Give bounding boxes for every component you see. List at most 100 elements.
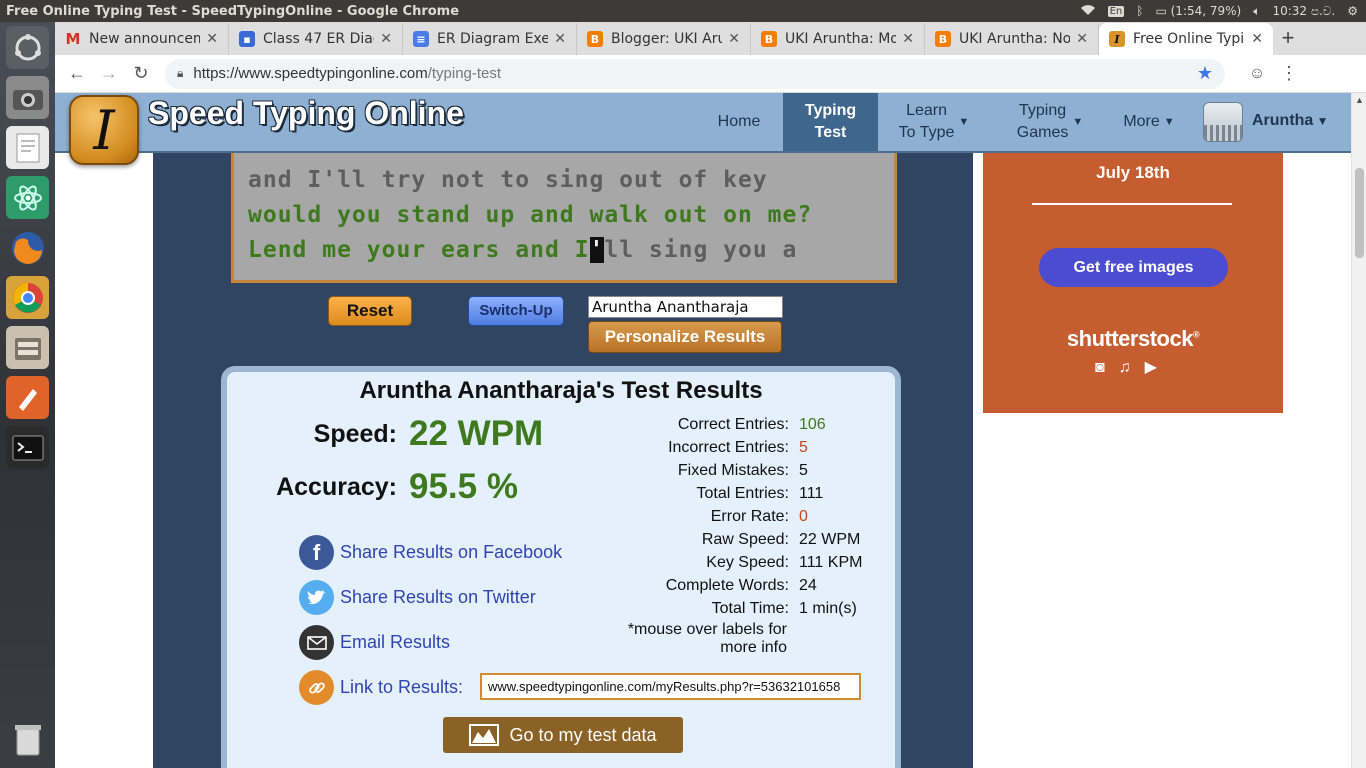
share-twitter-link[interactable]: Share Results on Twitter — [299, 580, 536, 615]
stat-label: Complete Words: — [665, 577, 789, 594]
close-icon[interactable]: ✕ — [1076, 31, 1088, 47]
atom-icon[interactable] — [6, 176, 49, 219]
nav-home[interactable]: Home — [705, 93, 773, 151]
stat-value: 0 — [799, 508, 808, 525]
tab-blogger-3[interactable]: B UKI Aruntha: No ✕ — [925, 23, 1099, 55]
note-line: *mouse over labels for — [627, 621, 787, 638]
text-editor-icon[interactable] — [6, 126, 49, 169]
reload-icon[interactable]: ↻ — [125, 63, 157, 84]
user-menu[interactable]: Aruntha ▼ — [1252, 112, 1329, 130]
name-input[interactable]: Aruntha Anantharaja — [588, 296, 783, 318]
speedtyping-icon: I — [1109, 31, 1125, 47]
tab-blogger-1[interactable]: B Blogger: UKI Aru ✕ — [577, 23, 751, 55]
nav-label: Learn To Type — [898, 102, 955, 141]
new-tab-button[interactable]: + — [1273, 23, 1303, 55]
system-top-bar: Free Online Typing Test - SpeedTypingOnl… — [0, 0, 1366, 22]
typing-test-area: and I'll try not to sing out of key woul… — [153, 153, 973, 768]
tab-gmail[interactable]: M New announcem ✕ — [55, 23, 229, 55]
battery-indicator[interactable]: ▭ (1:54, 79%) — [1155, 4, 1241, 18]
keyboard-layout-indicator[interactable]: En — [1107, 5, 1125, 17]
personalize-results-button[interactable]: Personalize Results — [588, 321, 782, 353]
site-logo-icon[interactable]: I — [69, 95, 139, 165]
close-icon[interactable]: ✕ — [554, 31, 566, 47]
ad-date: July 18th — [1096, 163, 1170, 182]
extension-emoji-icon[interactable]: ☺ — [1241, 65, 1273, 83]
link-to-results: Link to Results: — [299, 670, 463, 705]
close-icon[interactable]: ✕ — [380, 31, 392, 47]
blogger-icon: B — [587, 31, 603, 47]
clock[interactable]: 10:32 ප.ව. — [1272, 4, 1335, 19]
tab-blogger-2[interactable]: B UKI Aruntha: Mo ✕ — [751, 23, 925, 55]
results-link-field[interactable]: www.speedtypingonline.com/myResults.php?… — [480, 673, 861, 700]
forward-arrow-icon[interactable]: → — [93, 63, 125, 84]
nav-learn-to-type[interactable]: Learn To Type ▼ — [893, 93, 975, 151]
tab-docs[interactable]: ≡ ER Diagram Exe ✕ — [403, 23, 577, 55]
nav-typing-games[interactable]: Typing Games ▼ — [1010, 93, 1090, 151]
volume-icon[interactable]: 🔈︎ — [1253, 4, 1260, 19]
chart-area-icon — [469, 724, 500, 746]
caret-down-icon: ▼ — [1072, 116, 1084, 128]
tab-title: UKI Aruntha: No — [959, 31, 1071, 47]
nav-label: Typing Test — [804, 102, 857, 141]
settings-gear-icon[interactable]: ⚙ — [1347, 4, 1358, 18]
web-page: Speed Typing Online Home Typing Test Lear… — [55, 93, 1351, 768]
terminal-icon[interactable] — [6, 426, 49, 469]
go-to-test-data-label: Go to my test data — [509, 724, 657, 745]
switch-up-button[interactable]: Switch-Up — [468, 296, 564, 326]
classroom-icon: ▪ — [239, 31, 255, 47]
bluetooth-icon[interactable]: ᛒ — [1136, 4, 1143, 18]
trash-icon[interactable] — [6, 718, 49, 761]
close-icon[interactable]: ✕ — [1251, 31, 1263, 47]
go-to-test-data-button[interactable]: Go to my test data — [443, 717, 683, 753]
link-to-results-label: Link to Results: — [340, 677, 464, 697]
wifi-icon[interactable] — [1080, 4, 1096, 19]
get-free-images-button[interactable]: Get free images — [1039, 248, 1228, 287]
typed-text: Lend me your ears and I — [248, 237, 590, 263]
firefox-icon[interactable] — [6, 226, 49, 269]
tab-classroom[interactable]: ▪ Class 47 ER Diag ✕ — [229, 23, 403, 55]
nav-typing-test[interactable]: Typing Test — [783, 93, 878, 151]
page-scrollbar[interactable]: ▲ — [1351, 93, 1366, 768]
untyped-text: ll sing you a — [604, 237, 798, 263]
nav-label: Typing Games — [1016, 102, 1069, 141]
lock-icon: 🔒︎ — [177, 66, 184, 80]
menu-dots-icon[interactable]: ⋮ — [1273, 63, 1305, 84]
pen-tool-icon[interactable] — [6, 376, 49, 419]
back-arrow-icon[interactable]: ← — [61, 63, 93, 84]
typing-line-1: and I'll try not to sing out of key — [248, 167, 768, 193]
url-path: /typing-test — [427, 65, 502, 82]
avatar[interactable] — [1203, 102, 1243, 142]
share-twitter-label: Share Results on Twitter — [340, 587, 536, 607]
launcher — [0, 22, 55, 768]
chrome-icon[interactable] — [6, 276, 49, 319]
share-facebook-link[interactable]: f Share Results on Facebook — [299, 535, 562, 570]
ubuntu-dash-icon[interactable] — [6, 26, 49, 69]
close-icon[interactable]: ✕ — [206, 31, 218, 47]
blogger-icon: B — [761, 31, 777, 47]
email-results-link[interactable]: Email Results — [299, 625, 450, 660]
stat-value: 1 min(s) — [799, 600, 857, 617]
address-bar[interactable]: 🔒︎ https://www.speedtypingonline.com/typ… — [165, 58, 1225, 89]
shutterstock-ad[interactable]: July 18th Get free images shutterstock® … — [983, 153, 1283, 413]
reset-button[interactable]: Reset — [328, 296, 412, 326]
scroll-up-arrow-icon[interactable]: ▲ — [1355, 95, 1364, 105]
camera-icon[interactable] — [6, 76, 49, 119]
nav-more[interactable]: More ▼ — [1117, 93, 1181, 151]
stat-value: 106 — [799, 416, 826, 433]
scrollbar-thumb[interactable] — [1355, 168, 1364, 258]
site-name[interactable]: Speed Typing Online — [148, 95, 464, 132]
mouse-over-note: *mouse over labels for more info — [607, 621, 787, 657]
url-host: https://www.speedtypingonline.com — [193, 65, 428, 82]
files-icon[interactable] — [6, 326, 49, 369]
close-icon[interactable]: ✕ — [902, 31, 914, 47]
tab-title: New announcem — [89, 31, 201, 47]
typing-text-box[interactable]: and I'll try not to sing out of key woul… — [231, 153, 897, 283]
bookmark-star-icon[interactable]: ★ — [1197, 63, 1213, 84]
ad-divider — [1032, 203, 1232, 205]
tab-speedtyping[interactable]: I Free Online Typi ✕ — [1099, 23, 1273, 55]
close-icon[interactable]: ✕ — [728, 31, 740, 47]
nav-label: Home — [717, 113, 761, 130]
username: Aruntha — [1252, 112, 1314, 129]
tab-title: ER Diagram Exe — [437, 31, 549, 47]
stat-label: Key Speed: — [706, 554, 789, 571]
